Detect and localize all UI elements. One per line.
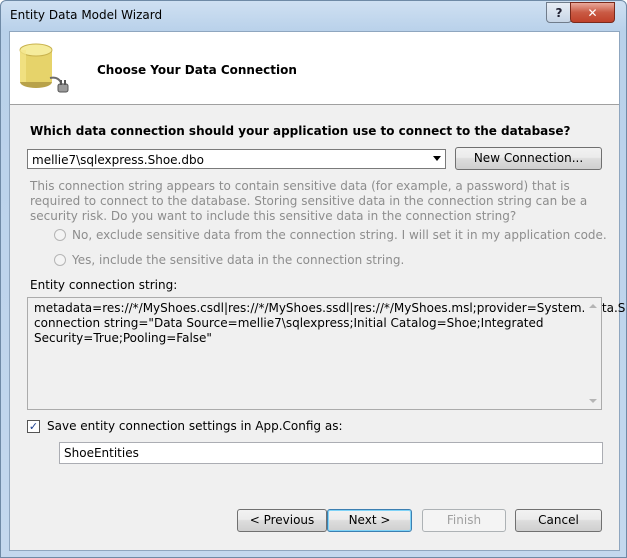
- chevron-down-icon: [433, 156, 441, 161]
- help-button[interactable]: ?: [546, 2, 572, 23]
- save-settings-checkbox[interactable]: ✓: [27, 419, 40, 433]
- close-icon: ✕: [587, 5, 598, 20]
- include-sensitive-label: Yes, include the sensitive data in the c…: [72, 253, 405, 267]
- radio-button[interactable]: [54, 229, 66, 241]
- finish-button[interactable]: Finish: [422, 509, 506, 532]
- entity-connection-textbox[interactable]: metadata=res://*/MyShoes.csdl|res://*/My…: [27, 297, 626, 410]
- selected-connection: mellie7\sqlexpress.Shoe.dbo: [32, 153, 204, 167]
- title-bar[interactable]: Entity Data Model Wizard ? ✕: [1, 1, 626, 31]
- wizard-window: Entity Data Model Wizard ? ✕ Choose Your…: [0, 0, 627, 558]
- help-icon: ?: [555, 5, 563, 20]
- close-button[interactable]: ✕: [570, 2, 615, 23]
- entity-connection-value: metadata=res://*/MyShoes.csdl|res://*/My…: [34, 301, 626, 345]
- page-title: Choose Your Data Connection: [97, 63, 297, 77]
- exclude-sensitive-label: No, exclude sensitive data from the conn…: [72, 228, 607, 242]
- next-button[interactable]: Next >: [327, 509, 412, 532]
- scroll-down-icon[interactable]: [589, 399, 597, 403]
- connection-question: Which data connection should your applic…: [30, 124, 571, 138]
- vertical-scrollbar[interactable]: [584, 298, 601, 409]
- database-icon: [19, 43, 69, 93]
- cancel-button[interactable]: Cancel: [515, 509, 602, 532]
- entity-connection-label: Entity connection string:: [30, 278, 178, 292]
- entity-container-name-input[interactable]: [59, 442, 603, 464]
- exclude-sensitive-option[interactable]: No, exclude sensitive data from the conn…: [54, 228, 607, 242]
- previous-button[interactable]: < Previous: [237, 509, 327, 532]
- new-connection-button[interactable]: New Connection...: [455, 147, 602, 170]
- wizard-header: Choose Your Data Connection: [10, 32, 619, 105]
- save-settings-label: Save entity connection settings in App.C…: [47, 419, 343, 433]
- save-settings-option[interactable]: ✓ Save entity connection settings in App…: [27, 419, 343, 433]
- sensitive-data-warning: This connection string appears to contai…: [30, 179, 588, 223]
- scroll-up-icon[interactable]: [589, 304, 597, 308]
- data-connection-dropdown[interactable]: mellie7\sqlexpress.Shoe.dbo: [27, 149, 446, 169]
- radio-button[interactable]: [54, 254, 66, 266]
- include-sensitive-option[interactable]: Yes, include the sensitive data in the c…: [54, 253, 404, 267]
- wizard-client-area: Choose Your Data Connection Which data c…: [9, 31, 626, 551]
- window-title: Entity Data Model Wizard: [10, 8, 163, 22]
